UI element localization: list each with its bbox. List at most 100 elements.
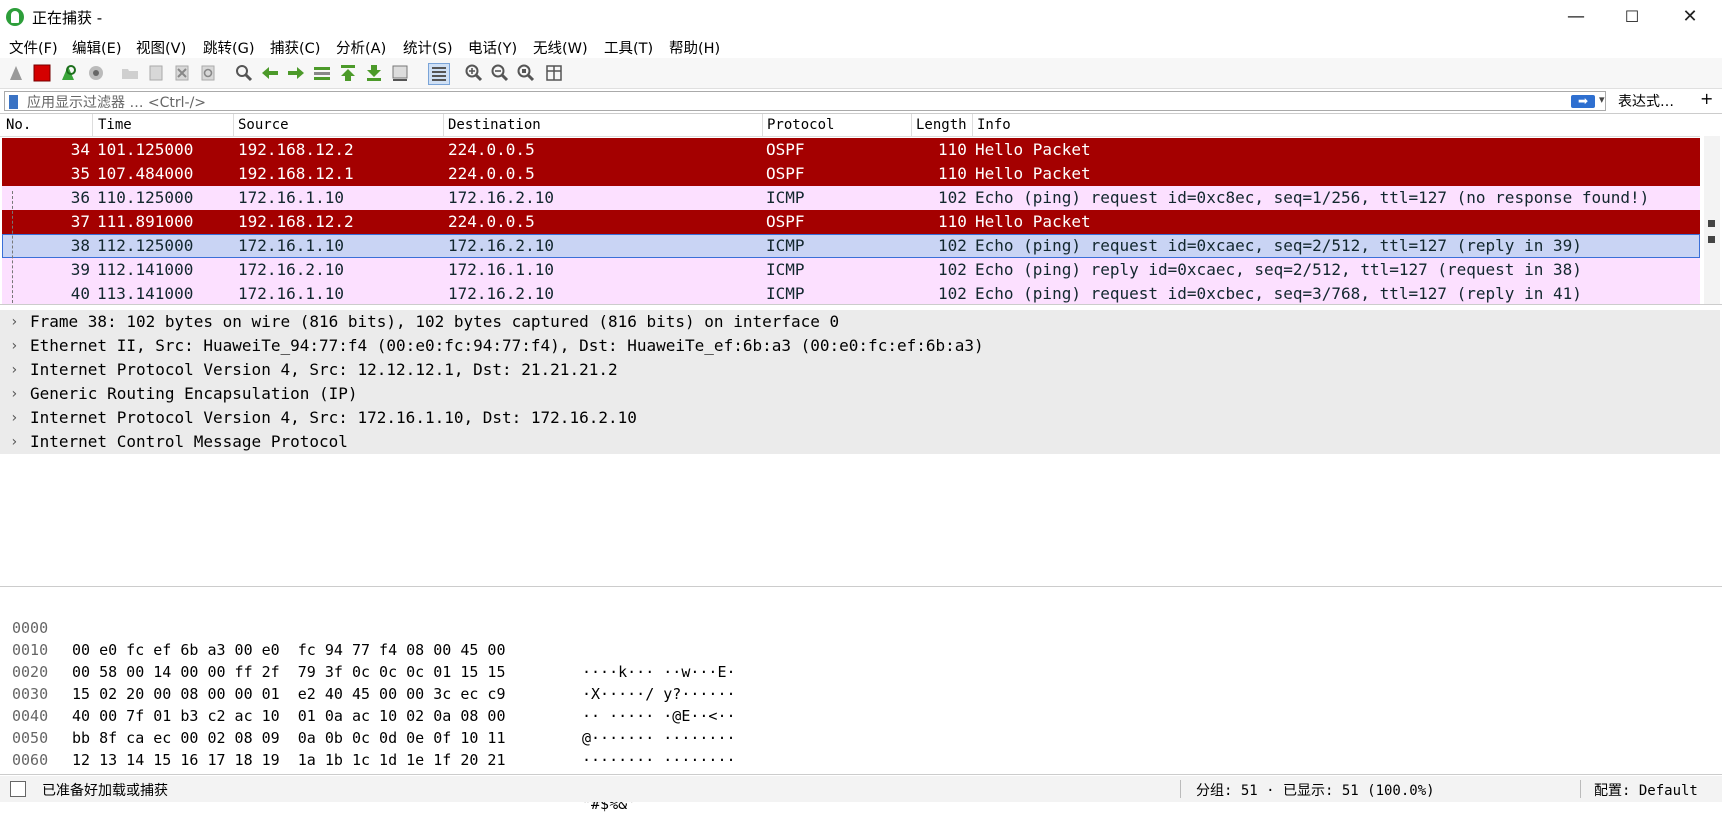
go-last-packet-icon[interactable]	[364, 63, 384, 83]
add-filter-button[interactable]: +	[1700, 89, 1713, 108]
detail-tree-item[interactable]: › Internet Protocol Version 4, Src: 12.1…	[0, 358, 1720, 382]
normal-size-icon[interactable]	[516, 63, 536, 83]
bytes-hex[interactable]: 12 13 14 15 16 17 18 19 1a 1b 1c 1d 1e 1…	[72, 749, 505, 771]
packet-length: 110	[938, 212, 967, 231]
menu-statistics[interactable]: 统计(S)	[403, 37, 453, 58]
menu-telephony[interactable]: 电话(Y)	[468, 37, 517, 58]
resize-columns-icon[interactable]	[544, 63, 564, 83]
column-separator[interactable]	[911, 114, 912, 136]
bytes-ascii[interactable]: ·X·····/ y?······	[582, 683, 736, 705]
status-bar: 已准备好加载或捕获 分组: 51 · 已显示: 51 (100.0%) 配置: …	[0, 776, 1722, 802]
zoom-in-icon[interactable]	[464, 63, 484, 83]
bytes-hex[interactable]: 00 58 00 14 00 00 ff 2f 79 3f 0c 0c 0c 0…	[72, 661, 505, 683]
chevron-right-icon[interactable]: ›	[10, 406, 18, 430]
column-header-no[interactable]: No.	[6, 117, 31, 133]
start-capture-fin-icon[interactable]	[6, 63, 26, 83]
packet-row-selected[interactable]: 38 112.125000 172.16.1.10 172.16.2.10 IC…	[2, 234, 1700, 258]
autoscroll-icon[interactable]	[390, 63, 410, 83]
find-packet-magnifier-icon[interactable]	[234, 63, 254, 83]
detail-tree-item[interactable]: › Frame 38: 102 bytes on wire (816 bits)…	[0, 310, 1720, 334]
chevron-right-icon[interactable]: ›	[10, 430, 18, 454]
scrollbar-marker	[1708, 236, 1715, 243]
column-header-length[interactable]: Length	[916, 117, 967, 133]
scrollbar-marker	[1708, 220, 1715, 227]
packet-time: 110.125000	[97, 188, 194, 207]
bytes-ascii[interactable]: @······· ········	[582, 727, 736, 749]
menu-help[interactable]: 帮助(H)	[669, 37, 720, 58]
detail-tree-item[interactable]: › Internet Protocol Version 4, Src: 172.…	[0, 406, 1720, 430]
go-forward-arrow-icon[interactable]	[286, 63, 306, 83]
stop-capture-icon[interactable]	[32, 63, 52, 83]
minimize-button[interactable]: —	[1548, 0, 1604, 34]
capture-options-gear-icon[interactable]	[86, 63, 106, 83]
menu-wireless[interactable]: 无线(W)	[533, 37, 588, 58]
chevron-right-icon[interactable]: ›	[10, 358, 18, 382]
detail-text: Internet Protocol Version 4, Src: 172.16…	[30, 408, 637, 427]
menu-capture[interactable]: 捕获(C)	[270, 37, 320, 58]
go-to-packet-icon[interactable]	[312, 63, 332, 83]
expert-info-icon[interactable]	[10, 781, 26, 797]
detail-tree-item[interactable]: › Ethernet II, Src: HuaweiTe_94:77:f4 (0…	[0, 334, 1720, 358]
save-file-icon[interactable]	[146, 63, 166, 83]
close-file-icon[interactable]	[172, 63, 192, 83]
reload-file-icon[interactable]	[198, 63, 218, 83]
column-header-info[interactable]: Info	[977, 117, 1011, 133]
detail-text: Ethernet II, Src: HuaweiTe_94:77:f4 (00:…	[30, 336, 984, 355]
menu-file[interactable]: 文件(F)	[9, 37, 58, 58]
chevron-right-icon[interactable]: ›	[10, 334, 18, 358]
column-separator[interactable]	[233, 114, 234, 136]
status-message: 已准备好加载或捕获	[42, 783, 168, 799]
packet-row[interactable]: 37 111.891000 192.168.12.2 224.0.0.5 OSP…	[2, 210, 1700, 234]
column-separator[interactable]	[972, 114, 973, 136]
packet-row[interactable]: 40 113.141000 172.16.1.10 172.16.2.10 IC…	[2, 282, 1700, 304]
zoom-out-icon[interactable]	[490, 63, 510, 83]
open-file-folder-icon[interactable]	[120, 63, 140, 83]
bytes-ascii[interactable]: ·· ····· ·@E··<··	[582, 705, 736, 727]
go-back-arrow-icon[interactable]	[260, 63, 280, 83]
packet-count: 分组: 51 · 已显示: 51 (100.0%)	[1196, 783, 1435, 799]
menu-go[interactable]: 跳转(G)	[203, 37, 255, 58]
go-first-packet-icon[interactable]	[338, 63, 358, 83]
packet-list-scrollbar[interactable]	[1704, 136, 1720, 304]
filter-bookmark-icon[interactable]	[9, 95, 18, 109]
bytes-row: 0000 00 e0 fc ef 6b a3 00 e0 fc 94 77 f4…	[0, 595, 736, 681]
restart-capture-icon[interactable]	[58, 63, 78, 83]
column-header-source[interactable]: Source	[238, 117, 289, 133]
apply-filter-arrow-icon[interactable]: ➡	[1571, 95, 1595, 108]
column-header-protocol[interactable]: Protocol	[767, 117, 834, 133]
packet-row[interactable]: 34 101.125000 192.168.12.2 224.0.0.5 OSP…	[2, 138, 1700, 162]
packet-protocol: OSPF	[766, 212, 805, 231]
column-separator[interactable]	[443, 114, 444, 136]
bytes-ascii[interactable]: ····k··· ··w···E·	[582, 661, 736, 683]
packet-row[interactable]: 36 110.125000 172.16.1.10 172.16.2.10 IC…	[2, 186, 1700, 210]
menu-view[interactable]: 视图(V)	[136, 37, 186, 58]
filter-history-dropdown-icon[interactable]: ▾	[1599, 93, 1605, 106]
bytes-ascii[interactable]: ········ ········	[582, 749, 736, 771]
maximize-button[interactable]: ☐	[1604, 0, 1660, 34]
column-header-destination[interactable]: Destination	[448, 117, 541, 133]
detail-tree-item[interactable]: › Internet Control Message Protocol	[0, 430, 1720, 454]
packet-protocol: ICMP	[766, 236, 805, 255]
bytes-hex[interactable]: bb 8f ca ec 00 02 08 09 0a 0b 0c 0d 0e 0…	[72, 727, 505, 749]
expression-button[interactable]: 表达式…	[1618, 91, 1674, 111]
display-filter-input[interactable]: 应用显示过滤器 … <Ctrl-/> ➡ ▾	[4, 91, 1606, 111]
packet-row[interactable]: 35 107.484000 192.168.12.1 224.0.0.5 OSP…	[2, 162, 1700, 186]
menu-analyze[interactable]: 分析(A)	[336, 37, 386, 58]
column-separator[interactable]	[92, 114, 93, 136]
close-button[interactable]: ✕	[1662, 0, 1718, 34]
profile-selector[interactable]: 配置: Default	[1594, 780, 1698, 800]
menu-tools[interactable]: 工具(T)	[604, 37, 653, 58]
menu-edit[interactable]: 编辑(E)	[72, 37, 121, 58]
bytes-hex[interactable]: 15 02 20 00 08 00 00 01 e2 40 45 00 00 3…	[72, 683, 505, 705]
colorize-packet-list-icon[interactable]	[428, 63, 450, 85]
chevron-right-icon[interactable]: ›	[10, 382, 18, 406]
bytes-hex[interactable]: 00 e0 fc ef 6b a3 00 e0 fc 94 77 f4 08 0…	[72, 639, 505, 661]
related-packet-line	[12, 191, 14, 303]
column-separator[interactable]	[762, 114, 763, 136]
packet-row[interactable]: 39 112.141000 172.16.2.10 172.16.1.10 IC…	[2, 258, 1700, 282]
detail-tree-item[interactable]: › Generic Routing Encapsulation (IP)	[0, 382, 1720, 406]
bytes-hex[interactable]: 40 00 7f 01 b3 c2 ac 10 01 0a ac 10 02 0…	[72, 705, 505, 727]
column-header-time[interactable]: Time	[98, 117, 132, 133]
chevron-right-icon[interactable]: ›	[10, 310, 18, 334]
packet-no: 36	[70, 188, 90, 207]
